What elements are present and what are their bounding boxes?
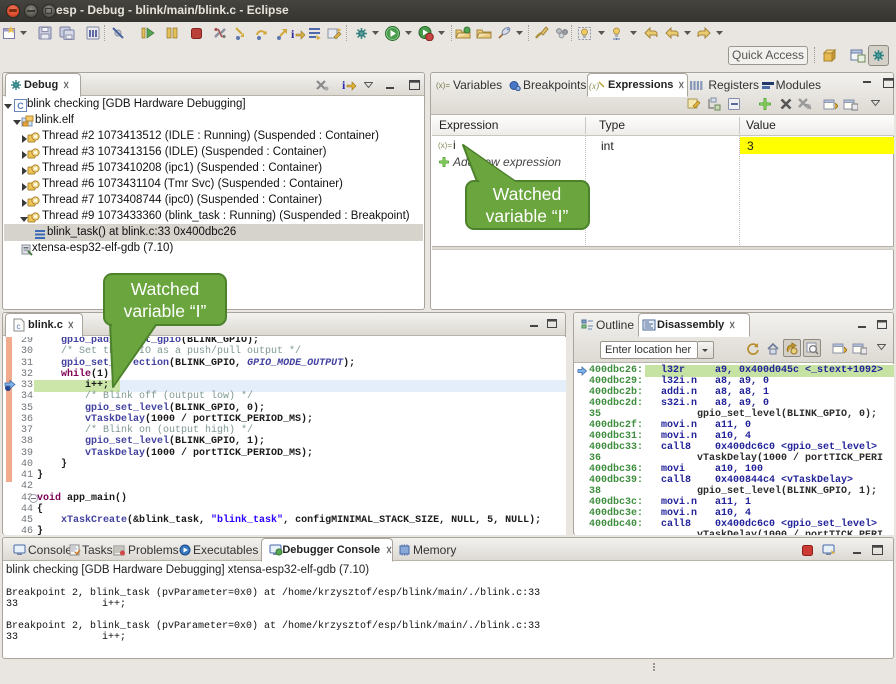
svg-text:Watched: Watched <box>493 184 561 204</box>
svg-text:variable “I”: variable “I” <box>486 206 569 226</box>
svg-text:variable “I”: variable “I” <box>124 301 207 321</box>
svg-text:(x): (x) <box>589 81 599 91</box>
svg-text:Watched: Watched <box>131 279 199 299</box>
svg-text:i: i <box>342 78 346 91</box>
svg-text:i: i <box>291 27 295 40</box>
svg-text:(x)=: (x)= <box>436 81 450 90</box>
svg-text:C: C <box>17 101 24 111</box>
svg-text:c: c <box>17 322 21 331</box>
